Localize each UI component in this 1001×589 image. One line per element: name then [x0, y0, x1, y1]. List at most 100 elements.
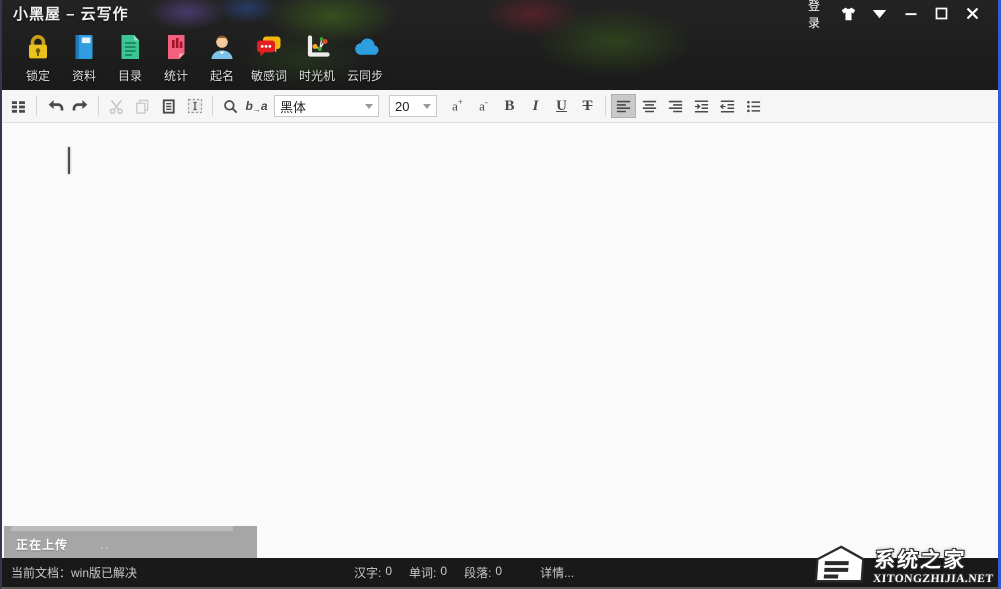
- paste-button[interactable]: [156, 94, 181, 118]
- strikethrough-button[interactable]: T: [575, 94, 600, 118]
- font-family-value: 黑体: [280, 99, 307, 115]
- redo-button[interactable]: [68, 94, 93, 118]
- ribbon-item-cloud-sync[interactable]: 云同步: [341, 30, 389, 84]
- counter-value: 0: [440, 564, 448, 578]
- dropdown-arrow-icon: [423, 103, 431, 109]
- toolbar-separator: [212, 96, 213, 116]
- ribbon-item-time-machine[interactable]: 时光机: [293, 30, 341, 84]
- copy-icon: [136, 99, 149, 114]
- font-decrease-button[interactable]: a-: [471, 94, 496, 118]
- triangle-down-icon: [872, 9, 887, 18]
- upload-toast-dots: ..: [100, 537, 111, 552]
- counter-label: 段落:: [464, 566, 492, 580]
- bullet-list-button[interactable]: [741, 94, 766, 118]
- font-increase-button[interactable]: a+: [445, 94, 470, 118]
- title-bar: 小黑屋 – 云写作 登录: [2, 0, 998, 30]
- details-link[interactable]: 详情...: [540, 564, 574, 581]
- ribbon-label: 资料: [71, 69, 96, 83]
- replace-icon: b→a: [245, 98, 268, 114]
- window-title: 小黑屋 – 云写作: [13, 6, 129, 23]
- login-button[interactable]: 登录: [802, 0, 833, 30]
- watermark: 系统之家 XITONGZHIJIA.NET: [810, 543, 997, 585]
- counter-value: 0: [495, 564, 503, 578]
- copy-button[interactable]: [130, 94, 155, 118]
- ribbon-label: 云同步: [347, 69, 384, 83]
- upload-toast: 正在上传 ..: [4, 526, 257, 558]
- word-counters: 汉字: 0 单词: 0 段落: 0 详情...: [354, 558, 574, 587]
- close-icon: [966, 7, 979, 20]
- align-right-button[interactable]: [663, 94, 688, 118]
- font-family-select[interactable]: 黑体: [274, 95, 379, 117]
- main-ribbon: 锁定 资料 目录 统计 起名 敏感词 时光机 云同步: [2, 27, 998, 84]
- book-icon: [67, 30, 101, 64]
- font-size-select[interactable]: 20: [389, 95, 437, 117]
- cut-button[interactable]: [104, 94, 129, 118]
- ribbon-item-sensitive-words[interactable]: 敏感词: [245, 30, 293, 84]
- indent-decrease-button[interactable]: [715, 94, 740, 118]
- paragraph-counter: 段落: 0: [464, 564, 502, 581]
- watermark-text: 系统之家 XITONGZHIJIA.NET: [873, 544, 996, 585]
- align-right-icon: [668, 100, 683, 112]
- ribbon-label: 敏感词: [251, 69, 288, 83]
- watermark-title: 系统之家: [873, 548, 968, 572]
- toolbar-separator: [98, 96, 99, 116]
- catalog-icon: [113, 30, 147, 64]
- italic-button[interactable]: I: [523, 94, 548, 118]
- undo-icon: [48, 100, 63, 111]
- ribbon-label: 目录: [117, 69, 142, 83]
- lock-icon: [21, 30, 55, 64]
- font-decrease-icon: a-: [479, 97, 488, 114]
- ribbon-item-catalog[interactable]: 目录: [107, 30, 153, 84]
- paste-icon: [162, 98, 175, 114]
- current-document-label: 当前文档：win版已解决: [11, 566, 138, 580]
- watermark-url: XITONGZHIJIA.NET: [872, 572, 995, 585]
- xitongzhijia-logo-icon: [815, 545, 865, 583]
- underline-button[interactable]: U: [549, 94, 574, 118]
- minimize-icon: [905, 12, 916, 15]
- time-machine-icon: [300, 30, 334, 64]
- toolbar-separator: [605, 96, 606, 116]
- upload-toast-text: 正在上传: [16, 538, 69, 552]
- bullet-list-icon: [747, 100, 761, 112]
- ribbon-item-statistics[interactable]: 统计: [153, 30, 199, 84]
- ribbon-item-lock[interactable]: 锁定: [15, 30, 61, 84]
- window-controls: 登录: [802, 0, 998, 30]
- indent-increase-icon: [694, 100, 709, 113]
- app-window: 小黑屋 – 云写作 登录 锁定 资料 目录 统计 起名 敏感词 时光机 云同步 …: [0, 0, 1001, 589]
- ribbon-label: 起名: [209, 69, 234, 83]
- counter-label: 单词:: [409, 566, 437, 580]
- collapse-button[interactable]: [864, 2, 895, 26]
- indent-increase-button[interactable]: [689, 94, 714, 118]
- editor-area[interactable]: [2, 123, 998, 558]
- bold-button[interactable]: B: [497, 94, 522, 118]
- search-icon: [224, 99, 238, 113]
- font-increase-icon: a+: [452, 97, 463, 114]
- align-left-button[interactable]: [611, 94, 636, 118]
- ribbon-item-naming[interactable]: 起名: [199, 30, 245, 84]
- word-counter: 单词: 0: [409, 564, 447, 581]
- theme-button[interactable]: [833, 2, 864, 26]
- speech-bubbles-icon: [252, 30, 286, 64]
- align-center-button[interactable]: [637, 94, 662, 118]
- ribbon-item-material[interactable]: 资料: [61, 30, 107, 84]
- counter-label: 汉字:: [354, 566, 382, 580]
- font-size-value: 20: [395, 98, 410, 114]
- search-button[interactable]: [218, 94, 243, 118]
- select-all-icon: [187, 98, 202, 114]
- outline-panel-button[interactable]: [6, 94, 31, 118]
- text-caret: [68, 147, 70, 174]
- select-all-button[interactable]: [182, 94, 207, 118]
- window-header: 小黑屋 – 云写作 登录 锁定 资料 目录 统计 起名 敏感词 时光机 云同步: [2, 0, 998, 90]
- minimize-button[interactable]: [895, 2, 926, 26]
- maximize-button[interactable]: [926, 2, 957, 26]
- dropdown-arrow-icon: [365, 103, 373, 109]
- find-replace-button[interactable]: b→a: [244, 94, 269, 118]
- toolbar-separator: [36, 96, 37, 116]
- indent-decrease-icon: [719, 100, 735, 113]
- close-button[interactable]: [957, 2, 988, 26]
- scissors-icon: [109, 99, 123, 114]
- ribbon-label: 时光机: [299, 69, 336, 83]
- cloud-sync-icon: [348, 30, 382, 64]
- undo-button[interactable]: [42, 94, 67, 118]
- stats-icon: [159, 30, 193, 64]
